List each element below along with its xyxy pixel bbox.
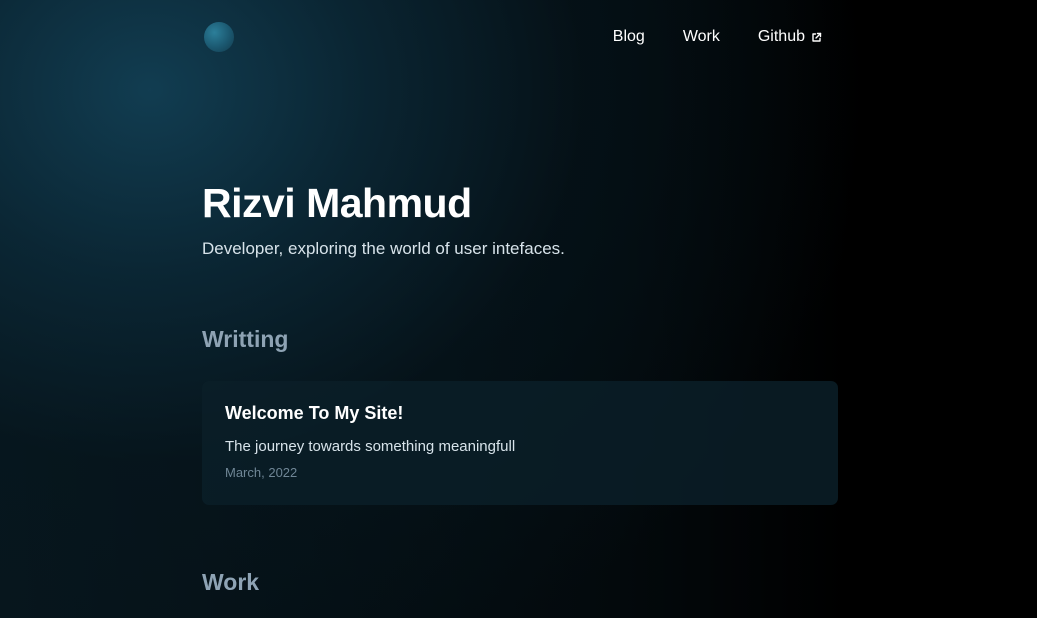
site-logo[interactable] [204, 22, 234, 52]
nav-link-blog[interactable]: Blog [613, 28, 645, 46]
main-nav: Blog Work Github [613, 28, 822, 46]
work-section-heading: Work [202, 569, 260, 595]
nav-link-label: Blog [612, 28, 645, 45]
page-subtitle: Developer, exploring the world of user i… [202, 239, 565, 258]
external-link-icon [811, 32, 822, 43]
post-date: March, 2022 [225, 465, 298, 480]
page-title: Rizvi Mahmud [202, 180, 472, 226]
post-title: Welcome To My Site! [225, 403, 404, 423]
post-card[interactable]: Welcome To My Site! The journey towards … [202, 381, 838, 505]
nav-link-label: Work [682, 28, 720, 45]
nav-link-label: Github [757, 28, 805, 45]
page-container: Blog Work Github Rizvi Mahmud Developer,… [202, 0, 838, 597]
nav-link-work[interactable]: Work [683, 28, 720, 46]
post-description: The journey towards something meaningful… [225, 438, 516, 455]
site-header: Blog Work Github [202, 0, 838, 74]
nav-link-github[interactable]: Github [758, 28, 822, 46]
writing-section-heading: Writting [202, 326, 289, 352]
